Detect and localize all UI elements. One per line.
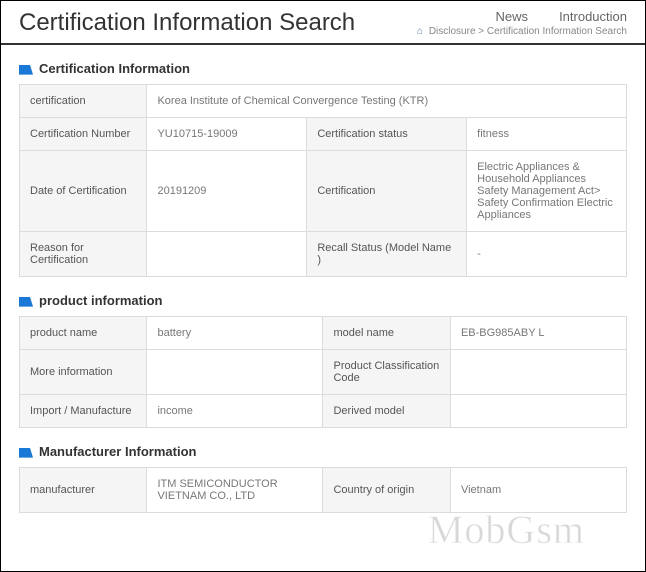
- country-label: Country of origin: [323, 468, 450, 513]
- manufacturer-value: ITM SEMICONDUCTOR VIETNAM CO., LTD: [147, 468, 323, 513]
- breadcrumb-current: Certification Information Search: [487, 26, 627, 37]
- cert-reason-value: [147, 232, 307, 277]
- breadcrumb: ⌂ Disclosure > Certification Information…: [417, 26, 627, 37]
- product-info-table: product name battery model name EB-BG985…: [19, 316, 627, 428]
- derived-label: Derived model: [323, 395, 450, 428]
- more-info-label: More information: [20, 350, 147, 395]
- cert-certification-label: certification: [20, 85, 147, 118]
- home-icon[interactable]: ⌂: [417, 26, 423, 37]
- import-label: Import / Manufacture: [20, 395, 147, 428]
- product-name-value: battery: [147, 317, 323, 350]
- class-code-value: [450, 350, 626, 395]
- nav-news[interactable]: News: [495, 9, 528, 24]
- product-name-label: product name: [20, 317, 147, 350]
- breadcrumb-sep: >: [478, 26, 484, 37]
- page-title: Certification Information Search: [19, 9, 355, 37]
- more-info-value: [147, 350, 323, 395]
- breadcrumb-disclosure[interactable]: Disclosure: [429, 26, 476, 37]
- country-value: Vietnam: [450, 468, 626, 513]
- cert-certification-value: Korea Institute of Chemical Convergence …: [147, 85, 627, 118]
- cert-recall-label: Recall Status (Model Name ): [307, 232, 467, 277]
- class-code-label: Product Classification Code: [323, 350, 450, 395]
- cert-reason-label: Reason for Certification: [20, 232, 147, 277]
- derived-value: [450, 395, 626, 428]
- watermark: MobGsm: [428, 506, 585, 553]
- cert-number-value: YU10715-19009: [147, 118, 307, 151]
- cert-number-label: Certification Number: [20, 118, 147, 151]
- model-name-label: model name: [323, 317, 450, 350]
- cert-info-table: certification Korea Institute of Chemica…: [19, 84, 627, 277]
- manufacturer-label: manufacturer: [20, 468, 147, 513]
- cert-status-label: Certification status: [307, 118, 467, 151]
- section-title-manufacturer: Manufacturer Information: [19, 444, 627, 459]
- model-name-value: EB-BG985ABY L: [450, 317, 626, 350]
- cert-recall-value: -: [467, 232, 627, 277]
- cert-type-label: Certification: [307, 151, 467, 232]
- top-nav: News Introduction ⌂ Disclosure > Certifi…: [417, 9, 627, 37]
- manufacturer-info-table: manufacturer ITM SEMICONDUCTOR VIETNAM C…: [19, 467, 627, 513]
- cert-status-value[interactable]: fitness: [467, 118, 627, 151]
- cert-date-label: Date of Certification: [20, 151, 147, 232]
- cert-date-value: 20191209: [147, 151, 307, 232]
- cert-type-value: Electric Appliances & Household Applianc…: [467, 151, 627, 232]
- nav-introduction[interactable]: Introduction: [559, 9, 627, 24]
- section-title-product: product information: [19, 293, 627, 308]
- import-value: income: [147, 395, 323, 428]
- section-title-cert: Certification Information: [19, 61, 627, 76]
